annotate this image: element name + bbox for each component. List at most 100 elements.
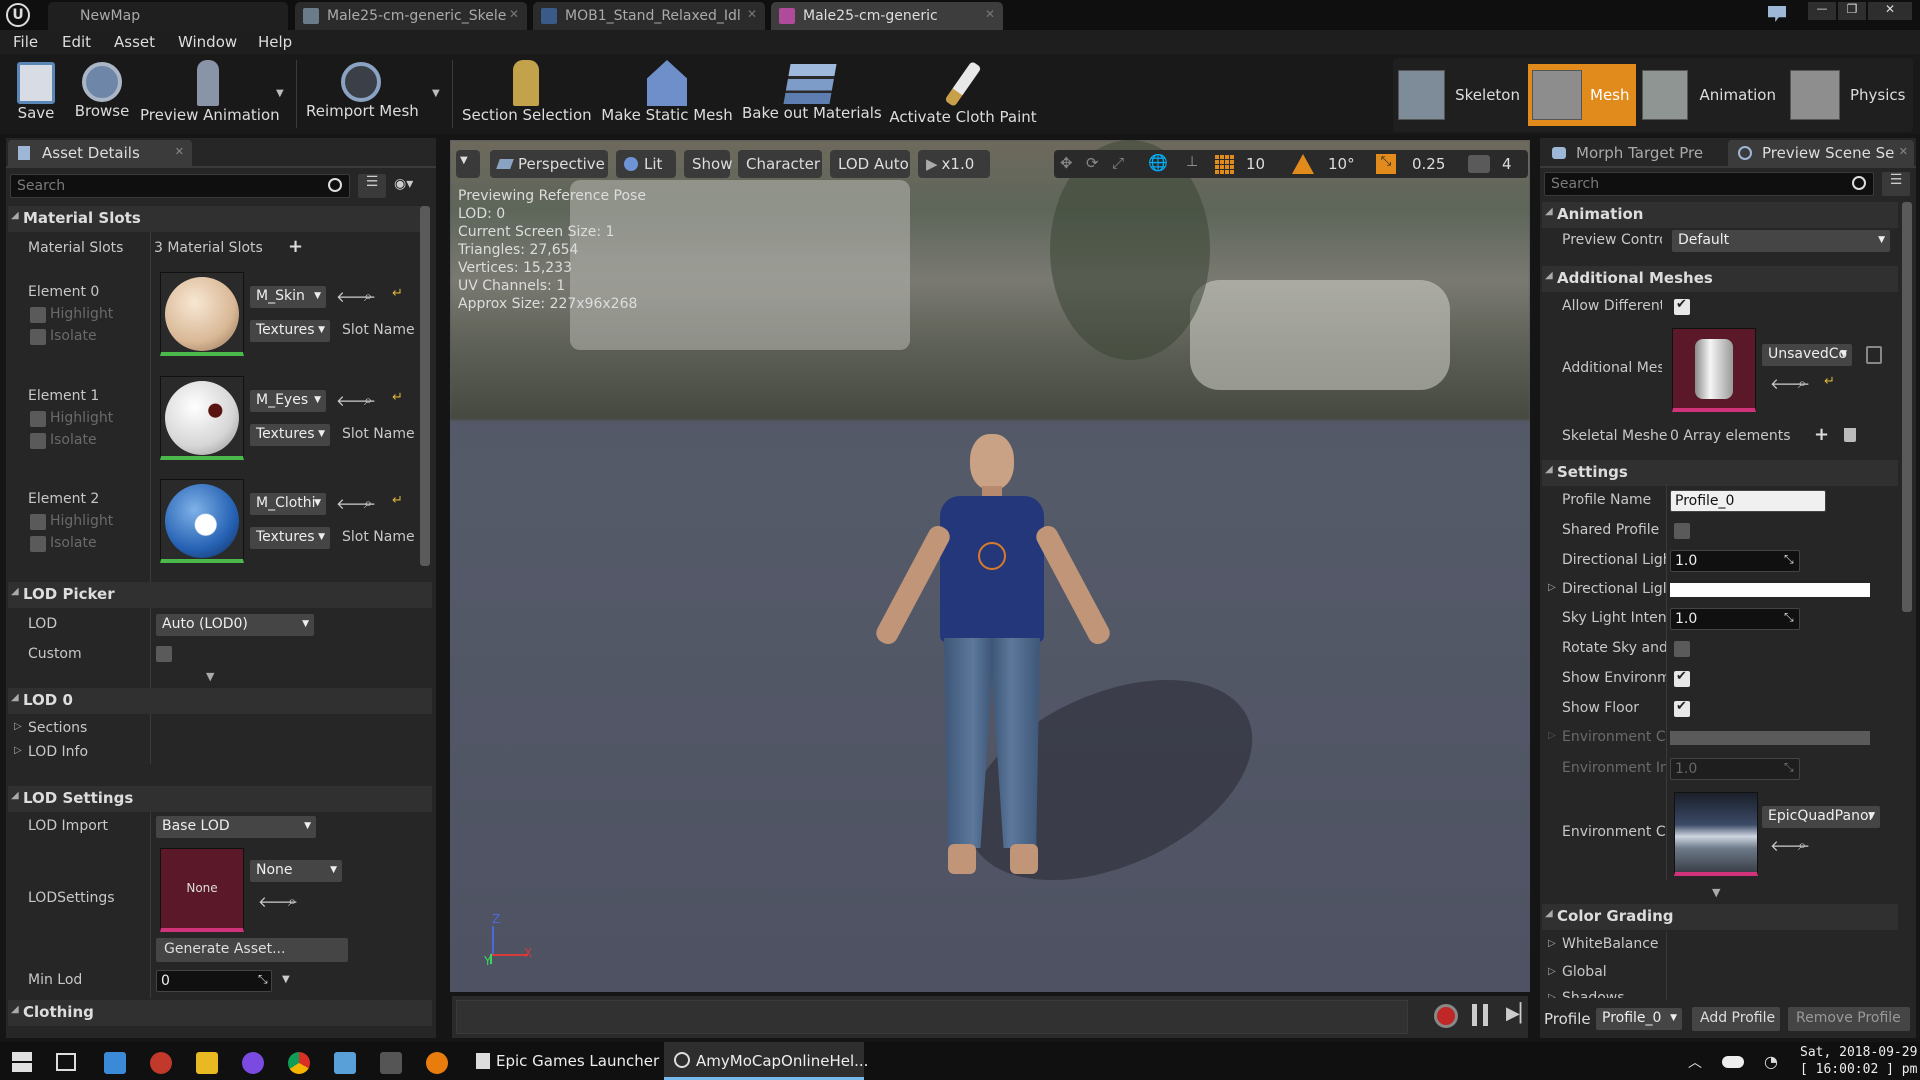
animation-header[interactable]: Animation [1542,202,1898,228]
additional-meshes-header[interactable]: Additional Meshes [1542,266,1898,292]
preview-controller-select[interactable]: Default [1672,230,1890,252]
restore-button[interactable]: ❐ [1838,2,1866,20]
global-row[interactable]: Global [1562,964,1607,980]
clothing-header[interactable]: Clothing [8,1000,432,1026]
highlight-checkbox[interactable] [30,411,46,427]
material-thumbnail-skin[interactable] [160,272,244,356]
browser-app-icon[interactable] [150,1052,172,1074]
add-icon[interactable]: + [288,236,303,257]
show-floor-checkbox[interactable] [1674,699,1690,717]
textures-dropdown[interactable]: Textures [250,527,330,549]
lod-settings-header[interactable]: LOD Settings [8,786,432,812]
lod-import-select[interactable]: Base LOD [156,816,316,838]
color-grading-header[interactable]: Color Grading [1542,904,1898,930]
translate-tool-icon[interactable]: ✥ [1060,154,1080,174]
mode-mesh[interactable]: Mesh [1528,64,1636,126]
highlight-checkbox[interactable] [30,307,46,323]
browse-search-icon[interactable]: ⌕ [364,287,372,305]
environment-cubemap-select[interactable]: EpicQuadPanor [1762,806,1880,828]
save-button[interactable]: Save [8,54,64,134]
browse-search-icon[interactable]: ⌕ [364,494,372,512]
show-hidden-icons-icon[interactable]: ︿ [1688,1052,1702,1072]
close-icon[interactable]: ✕ [1899,145,1908,158]
show-environment-checkbox[interactable] [1674,669,1690,687]
generate-asset-button[interactable]: Generate Asset... [156,938,348,962]
scale-tool-icon[interactable]: ⤢ [1112,154,1132,174]
min-lod-input[interactable]: 0 [156,970,272,992]
rotate-tool-icon[interactable]: ⟳ [1086,154,1106,174]
lod-select[interactable]: Auto (LOD0) [156,614,314,636]
delete-trash-icon[interactable] [1844,428,1856,442]
save-asset-icon[interactable] [1866,346,1882,364]
chrome-icon[interactable] [288,1052,310,1074]
slider-arrow-icon[interactable]: ⤡ [1784,552,1794,567]
show-button[interactable]: Show [684,150,732,178]
expand-icon[interactable]: ▷ [14,721,22,732]
highlight-checkbox[interactable] [30,514,46,530]
details-search-input[interactable]: Search [10,174,350,198]
close-icon[interactable]: ✕ [175,145,184,158]
menu-edit[interactable]: Edit [62,30,91,51]
timeline-track[interactable] [456,1000,1408,1034]
preview-scene-tab[interactable]: Preview Scene Se ✕ [1728,140,1914,166]
grid-snap-value[interactable]: 10 [1246,155,1265,173]
camera-speed-icon[interactable] [1468,155,1490,173]
expand-arrow-icon[interactable]: ▼ [206,670,214,683]
pause-button[interactable] [1472,1004,1488,1026]
reset-icon[interactable]: ↵ [392,286,403,301]
add-element-icon[interactable]: + [1814,424,1829,445]
windows-start-icon[interactable] [12,1052,32,1072]
material-select[interactable]: M_Clothi [250,493,326,515]
reimport-mesh-button[interactable]: Reimport Mesh [306,54,419,134]
scale-snap-icon[interactable]: ⤡ [1376,154,1396,174]
pen-tool-icon[interactable] [334,1052,356,1074]
isolate-checkbox[interactable] [30,433,46,449]
directional-light-intensity-input[interactable]: 1.0 [1670,550,1800,572]
isolate-checkbox[interactable] [30,329,46,345]
timeline-bar[interactable] [452,996,1528,1038]
lod-picker-header[interactable]: LOD Picker [8,582,432,608]
expand-icon[interactable]: ▷ [1548,938,1556,949]
playback-speed-button[interactable]: ▶ x1.0 [918,150,990,178]
scale-snap-value[interactable]: 0.25 [1412,155,1445,173]
close-window-button[interactable]: ✕ [1868,2,1912,20]
add-profile-button[interactable]: Add Profile [1692,1007,1780,1031]
record-button[interactable] [1434,1004,1458,1028]
mode-skeleton[interactable]: Skeleton [1398,64,1520,126]
asset-details-tab[interactable]: Asset Details ✕ [8,140,192,166]
camera-speed-value[interactable]: 4 [1502,155,1512,173]
close-icon[interactable]: ✕ [747,7,757,21]
file-explorer-icon[interactable] [196,1052,218,1074]
preview-animation-button[interactable]: Preview Animation [140,54,280,134]
allow-different-checkbox[interactable] [1674,297,1690,315]
additional-mesh-thumbnail[interactable] [1672,328,1756,412]
tab-skeleton-asset[interactable]: Male25-cm-generic_Skele ✕ [295,2,527,30]
browse-search-icon[interactable]: ⌕ [288,892,296,910]
mode-physics[interactable]: Physics [1790,64,1914,126]
isolate-checkbox[interactable] [30,536,46,552]
close-icon[interactable]: ✕ [509,7,519,21]
reset-arrow-icon[interactable]: ⤡ [258,972,268,987]
taskbar-app-epic-launcher[interactable]: Epic Games Launcher [470,1042,659,1080]
rotation-snap-value[interactable]: 10° [1328,155,1355,173]
material-select[interactable]: M_Eyes [250,390,326,412]
blender-icon[interactable] [426,1052,448,1074]
browse-search-icon[interactable]: ⌕ [1798,374,1806,392]
min-lod-dropdown-icon[interactable]: ▼ [282,974,290,985]
menu-help[interactable]: Help [258,30,292,51]
expand-arrow-icon[interactable]: ▼ [1712,886,1720,899]
expand-icon[interactable]: ▷ [1548,582,1556,593]
material-thumbnail-eyes[interactable] [160,376,244,460]
directional-light-color-swatch[interactable] [1670,583,1870,597]
browse-button[interactable]: Browse [72,54,132,134]
white-balance-row[interactable]: WhiteBalance [1562,936,1659,952]
notes-app-icon[interactable] [104,1052,126,1074]
keyboard-app-icon[interactable] [380,1052,402,1074]
reset-icon[interactable]: ↵ [392,390,403,405]
material-select[interactable]: M_Skin [250,286,326,308]
list-view-icon[interactable]: ☰ [358,174,386,198]
shadows-row[interactable]: Shadows [1562,990,1625,998]
environment-cubemap-thumbnail[interactable] [1674,792,1758,876]
tab-animation-asset[interactable]: MOB1_Stand_Relaxed_Idl ✕ [533,2,765,30]
clock-date[interactable]: Sat, 2018-09-29 [1800,1045,1917,1060]
